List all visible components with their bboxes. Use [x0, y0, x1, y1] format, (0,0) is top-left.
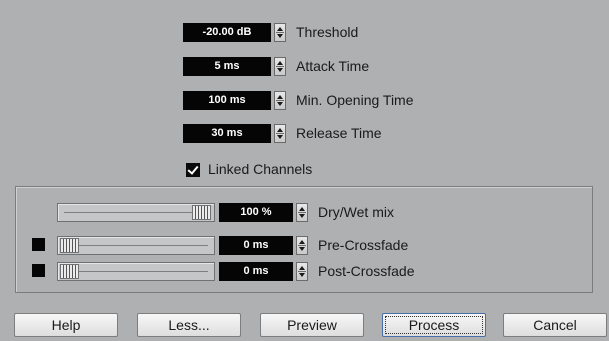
help-button[interactable]: Help	[14, 313, 118, 337]
dry-wet-label: Dry/Wet mix	[318, 204, 394, 220]
slider-handle[interactable]	[60, 264, 79, 279]
dry-wet-stepper[interactable]	[296, 203, 308, 222]
attack-time-label: Attack Time	[296, 58, 370, 74]
arrow-down-icon	[277, 102, 283, 106]
post-crossfade-field[interactable]: 0 ms	[219, 262, 293, 281]
min-opening-time-stepper[interactable]	[274, 91, 286, 110]
arrow-down-icon	[299, 273, 305, 277]
release-time-field[interactable]: 30 ms	[183, 124, 271, 143]
post-crossfade-stepper[interactable]	[296, 262, 308, 281]
pre-crossfade-label: Pre-Crossfade	[318, 237, 409, 253]
arrow-up-icon	[277, 95, 283, 99]
arrow-up-icon	[299, 207, 305, 211]
arrow-up-icon	[277, 27, 283, 31]
pre-crossfade-field[interactable]: 0 ms	[219, 236, 293, 255]
arrow-up-icon	[299, 266, 305, 270]
arrow-up-icon	[299, 240, 305, 244]
checkmark-icon	[187, 163, 199, 175]
post-crossfade-slider[interactable]	[57, 262, 215, 281]
linked-channels-checkbox[interactable]	[186, 163, 200, 177]
less-button[interactable]: Less...	[137, 313, 241, 337]
pre-crossfade-stepper[interactable]	[296, 236, 308, 255]
slider-handle[interactable]	[60, 238, 79, 253]
post-crossfade-label: Post-Crossfade	[318, 263, 415, 279]
process-button[interactable]: Process	[382, 313, 486, 337]
threshold-field[interactable]: -20.00 dB	[183, 23, 271, 42]
arrow-down-icon	[277, 68, 283, 72]
arrow-down-icon	[277, 34, 283, 38]
threshold-stepper[interactable]	[274, 23, 286, 42]
min-opening-time-label: Min. Opening Time	[296, 92, 414, 108]
dry-wet-slider[interactable]	[57, 203, 215, 222]
attack-time-field[interactable]: 5 ms	[183, 57, 271, 76]
arrow-down-icon	[299, 247, 305, 251]
slider-handle[interactable]	[192, 205, 211, 220]
attack-time-stepper[interactable]	[274, 57, 286, 76]
pre-crossfade-slider[interactable]	[57, 236, 215, 255]
arrow-up-icon	[277, 61, 283, 65]
min-opening-time-field[interactable]: 100 ms	[183, 91, 271, 110]
release-time-label: Release Time	[296, 125, 382, 141]
threshold-label: Threshold	[296, 24, 359, 40]
arrow-down-icon	[299, 214, 305, 218]
post-crossfade-checkbox[interactable]	[32, 264, 45, 277]
pre-crossfade-checkbox[interactable]	[32, 238, 45, 251]
dry-wet-field[interactable]: 100 %	[219, 203, 293, 222]
arrow-up-icon	[277, 128, 283, 132]
linked-channels-label: Linked Channels	[208, 161, 313, 177]
arrow-down-icon	[277, 135, 283, 139]
cancel-button[interactable]: Cancel	[503, 313, 607, 337]
release-time-stepper[interactable]	[274, 124, 286, 143]
preview-button[interactable]: Preview	[260, 313, 364, 337]
